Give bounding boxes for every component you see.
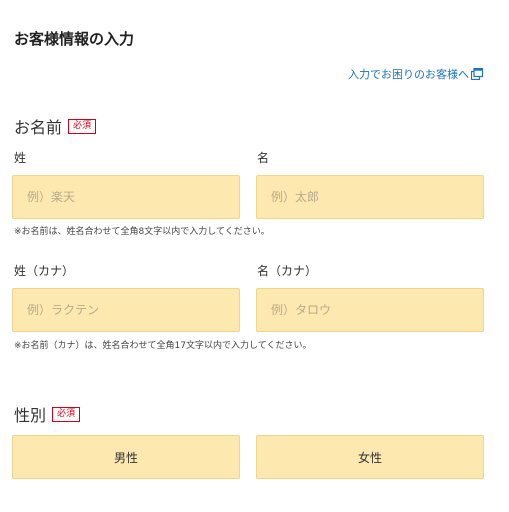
gender-option-male[interactable]: 男性 xyxy=(12,435,240,479)
required-badge: 必須 xyxy=(52,406,81,422)
required-badge: 必須 xyxy=(68,118,97,134)
external-window-icon xyxy=(471,68,483,80)
last-name-label: 姓 xyxy=(14,151,27,165)
name-note: ※お名前は、姓名合わせて全角8文字以内で入力してください。 xyxy=(14,227,270,237)
gender-section-label: 性別 必須 xyxy=(14,402,81,426)
help-link[interactable]: 入力でお困りのお客様へ xyxy=(348,66,483,82)
gender-option-female[interactable]: 女性 xyxy=(256,435,484,479)
first-name-kana-label: 名（カナ） xyxy=(257,264,318,278)
gender-section-title: 性別 xyxy=(14,406,47,425)
last-name-input[interactable] xyxy=(12,175,240,219)
last-name-kana-label: 姓（カナ） xyxy=(14,264,75,278)
name-section-label: お名前 必須 xyxy=(14,114,97,138)
page-title: お客様情報の入力 xyxy=(14,30,135,48)
first-name-input[interactable] xyxy=(256,175,484,219)
help-link-label: 入力でお困りのお客様へ xyxy=(348,68,469,81)
first-name-label: 名 xyxy=(257,151,270,165)
kana-note: ※お名前（カナ）は、姓名合わせて全角17文字以内で入力してください。 xyxy=(14,341,312,351)
first-name-kana-input[interactable] xyxy=(256,288,484,332)
last-name-kana-input[interactable] xyxy=(12,288,240,332)
name-section-title: お名前 xyxy=(14,118,63,137)
